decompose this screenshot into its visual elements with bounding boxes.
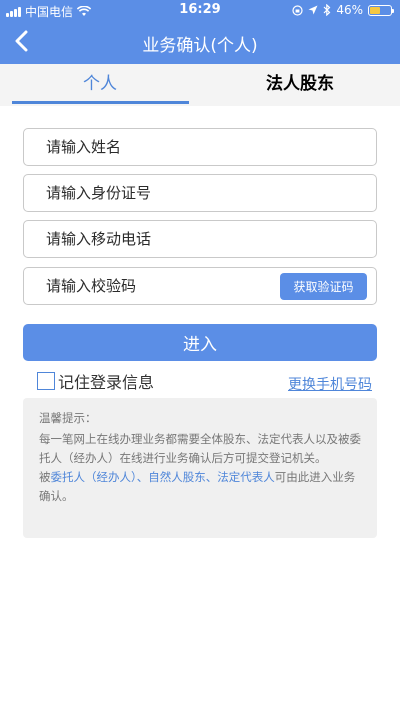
bluetooth-icon — [323, 4, 331, 16]
app-header: 中国电信 16:29 46% 业务确认(个人) — [0, 0, 400, 64]
status-bar: 中国电信 16:29 46% — [0, 0, 400, 20]
tab-corporate-shareholder[interactable]: 法人股东 — [200, 64, 400, 106]
remember-label: 记住登录信息 — [58, 373, 155, 392]
location-icon — [308, 5, 318, 15]
get-code-button[interactable]: 获取验证码 — [280, 273, 367, 300]
verification-code-field-box: 获取验证码 — [23, 267, 377, 305]
id-number-input[interactable] — [44, 175, 284, 211]
tips-roles-highlight: 委托人（经办人）、自然人股东、法定代表人 — [50, 470, 275, 484]
name-input[interactable] — [44, 129, 284, 165]
mobile-phone-input[interactable] — [44, 221, 284, 257]
tips-line-2: 被委托人（经办人）、自然人股东、法定代表人可由此进入业务确认。 — [39, 468, 363, 506]
orientation-lock-icon — [292, 4, 303, 16]
name-field-box — [23, 128, 377, 166]
tab-bar: 个人 法人股东 — [0, 64, 400, 106]
tab-personal[interactable]: 个人 — [0, 64, 200, 106]
tips-panel: 温馨提示： 每一笔网上在线办理业务都需要全体股东、法定代表人以及被委托人（经办人… — [23, 398, 377, 538]
status-right: 46% — [292, 3, 394, 17]
battery-icon — [368, 4, 394, 16]
remember-checkbox[interactable] — [37, 372, 55, 390]
tips-line-1: 每一笔网上在线办理业务都需要全体股东、法定代表人以及被委托人（经办人）在线进行业… — [39, 432, 361, 465]
tips-line-2-prefix: 被 — [39, 470, 51, 484]
change-phone-link[interactable]: 更换手机号码 — [288, 374, 372, 394]
tips-title: 温馨提示： — [39, 411, 97, 425]
battery-percent: 46% — [336, 3, 363, 17]
verification-code-input[interactable] — [44, 268, 284, 304]
active-tab-indicator — [12, 101, 189, 104]
remember-login[interactable]: 记住登录信息 — [37, 369, 154, 393]
mobile-phone-field-box — [23, 220, 377, 258]
page-title: 业务确认(个人) — [142, 36, 258, 56]
id-number-field-box — [23, 174, 377, 212]
enter-button[interactable]: 进入 — [23, 324, 377, 361]
